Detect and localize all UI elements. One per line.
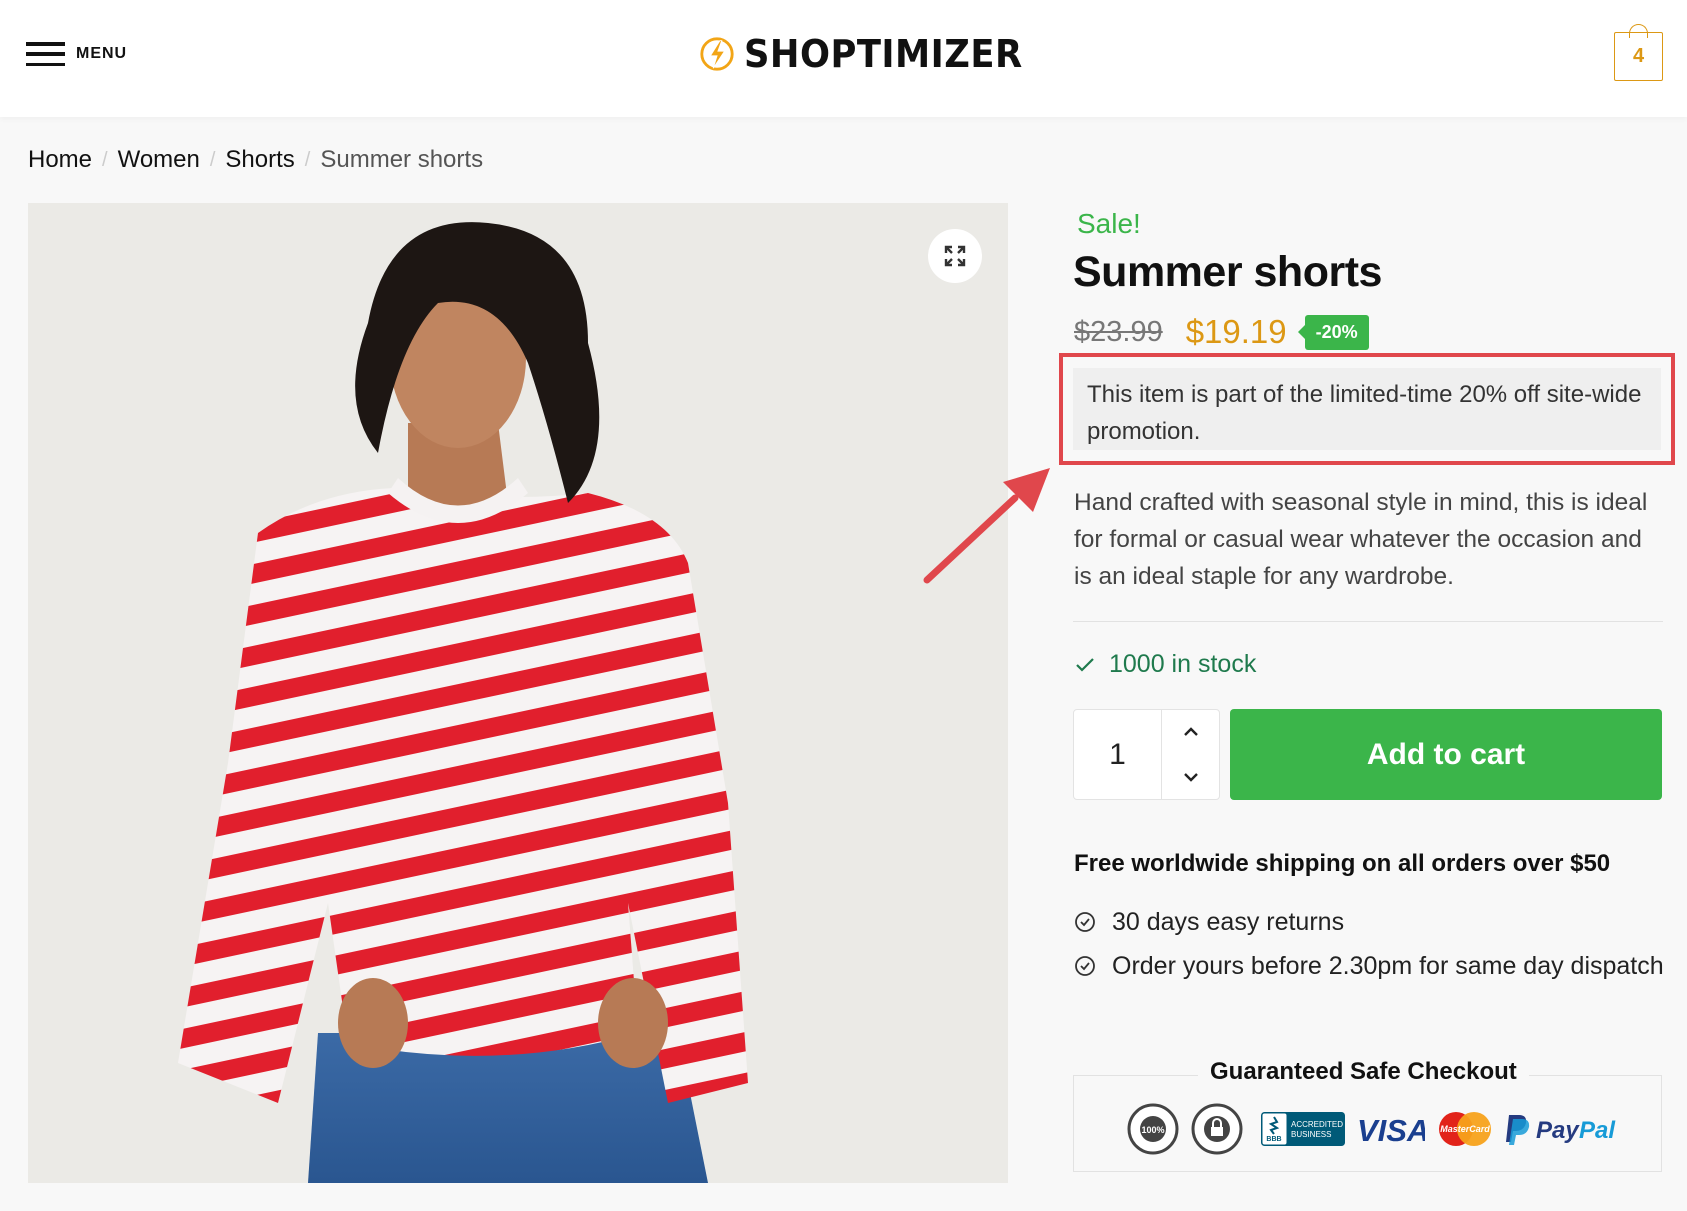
chevron-up-icon (1183, 727, 1198, 737)
cart-button[interactable]: 4 (1614, 24, 1663, 81)
divider (1073, 621, 1663, 622)
quantity-arrows (1161, 710, 1219, 799)
svg-text:ACCREDITED: ACCREDITED (1291, 1120, 1343, 1129)
shipping-title: Free worldwide shipping on all orders ov… (1074, 850, 1611, 877)
breadcrumb-separator: / (304, 148, 311, 171)
site-logo[interactable]: SHOPTIMIZER (698, 32, 1044, 76)
svg-text:Pal: Pal (1579, 1117, 1616, 1144)
price-row: $23.99 $19.19 -20% (1074, 313, 1369, 351)
annotation-highlight-box (1059, 353, 1675, 465)
perks-list: 30 days easy returns Order yours before … (1074, 902, 1664, 990)
fullscreen-zoom-button[interactable] (928, 229, 982, 283)
quantity-decrease-button[interactable] (1162, 755, 1219, 800)
payment-badges: 100% BBB ACCREDITED BUSINESS VISA Master… (1127, 1103, 1617, 1155)
chevron-down-icon (1183, 772, 1198, 782)
annotation-arrow-icon (923, 468, 1050, 584)
breadcrumb-women[interactable]: Women (118, 146, 200, 174)
svg-text:VISA: VISA (1357, 1114, 1425, 1144)
safe-checkout-title: Guaranteed Safe Checkout (1198, 1058, 1529, 1086)
visa-icon: VISA (1357, 1114, 1425, 1144)
svg-text:Pay: Pay (1536, 1117, 1580, 1144)
product-description: Hand crafted with seasonal style in mind… (1074, 489, 1648, 590)
breadcrumb-separator: / (209, 148, 216, 171)
quantity-increase-button[interactable] (1162, 710, 1219, 755)
discount-badge: -20% (1297, 314, 1369, 350)
secure-ordering-icon (1191, 1103, 1243, 1155)
svg-text:BBB: BBB (1266, 1136, 1281, 1143)
check-circle-icon (1075, 956, 1095, 976)
breadcrumb: Home / Women / Shorts / Summer shorts (28, 146, 483, 174)
svg-text:BUSINESS: BUSINESS (1291, 1130, 1331, 1139)
breadcrumb-shorts[interactable]: Shorts (225, 146, 294, 174)
stock-status: 1000 in stock (1075, 650, 1256, 679)
hamburger-icon (26, 42, 65, 66)
bbb-accredited-icon: BBB ACCREDITED BUSINESS (1261, 1112, 1345, 1146)
perk-text: 30 days easy returns (1112, 908, 1345, 936)
quantity-stepper (1073, 709, 1220, 800)
regular-price: $23.99 (1074, 315, 1163, 348)
expand-icon (944, 245, 966, 267)
paypal-icon: Pay Pal (1506, 1115, 1616, 1145)
perk-text: Order yours before 2.30pm for same day d… (1112, 952, 1664, 980)
breadcrumb-current: Summer shorts (320, 146, 484, 173)
sale-label: Sale! (1077, 208, 1141, 239)
sale-price: $19.19 (1185, 313, 1287, 350)
add-to-cart-button[interactable]: Add to cart (1230, 709, 1662, 800)
check-circle-icon (1075, 912, 1095, 932)
quantity-input[interactable] (1074, 710, 1161, 799)
perk-item: Order yours before 2.30pm for same day d… (1074, 946, 1664, 986)
product-title: Summer shorts (1073, 248, 1382, 296)
site-header: MENU SHOPTIMIZER 4 (0, 0, 1687, 117)
cart-count: 4 (1632, 45, 1645, 67)
checkmark-icon (1076, 657, 1094, 672)
svg-text:100%: 100% (1141, 1125, 1164, 1135)
satisfaction-guaranteed-icon: 100% (1127, 1103, 1179, 1155)
menu-button[interactable]: MENU (26, 42, 127, 66)
breadcrumb-home[interactable]: Home (28, 146, 92, 174)
svg-text:MasterCard: MasterCard (1440, 1124, 1490, 1134)
model-photo-illustration (28, 203, 1008, 1183)
lightning-bolt-icon (700, 37, 734, 71)
perk-item: 30 days easy returns (1074, 902, 1664, 942)
logo-text: SHOPTIMIZER (744, 32, 1023, 76)
menu-label: MENU (76, 45, 128, 62)
breadcrumb-separator: / (102, 148, 108, 171)
stock-text: 1000 in stock (1109, 650, 1257, 678)
mastercard-icon: MasterCard (1439, 1112, 1491, 1146)
product-image[interactable] (28, 203, 1008, 1183)
